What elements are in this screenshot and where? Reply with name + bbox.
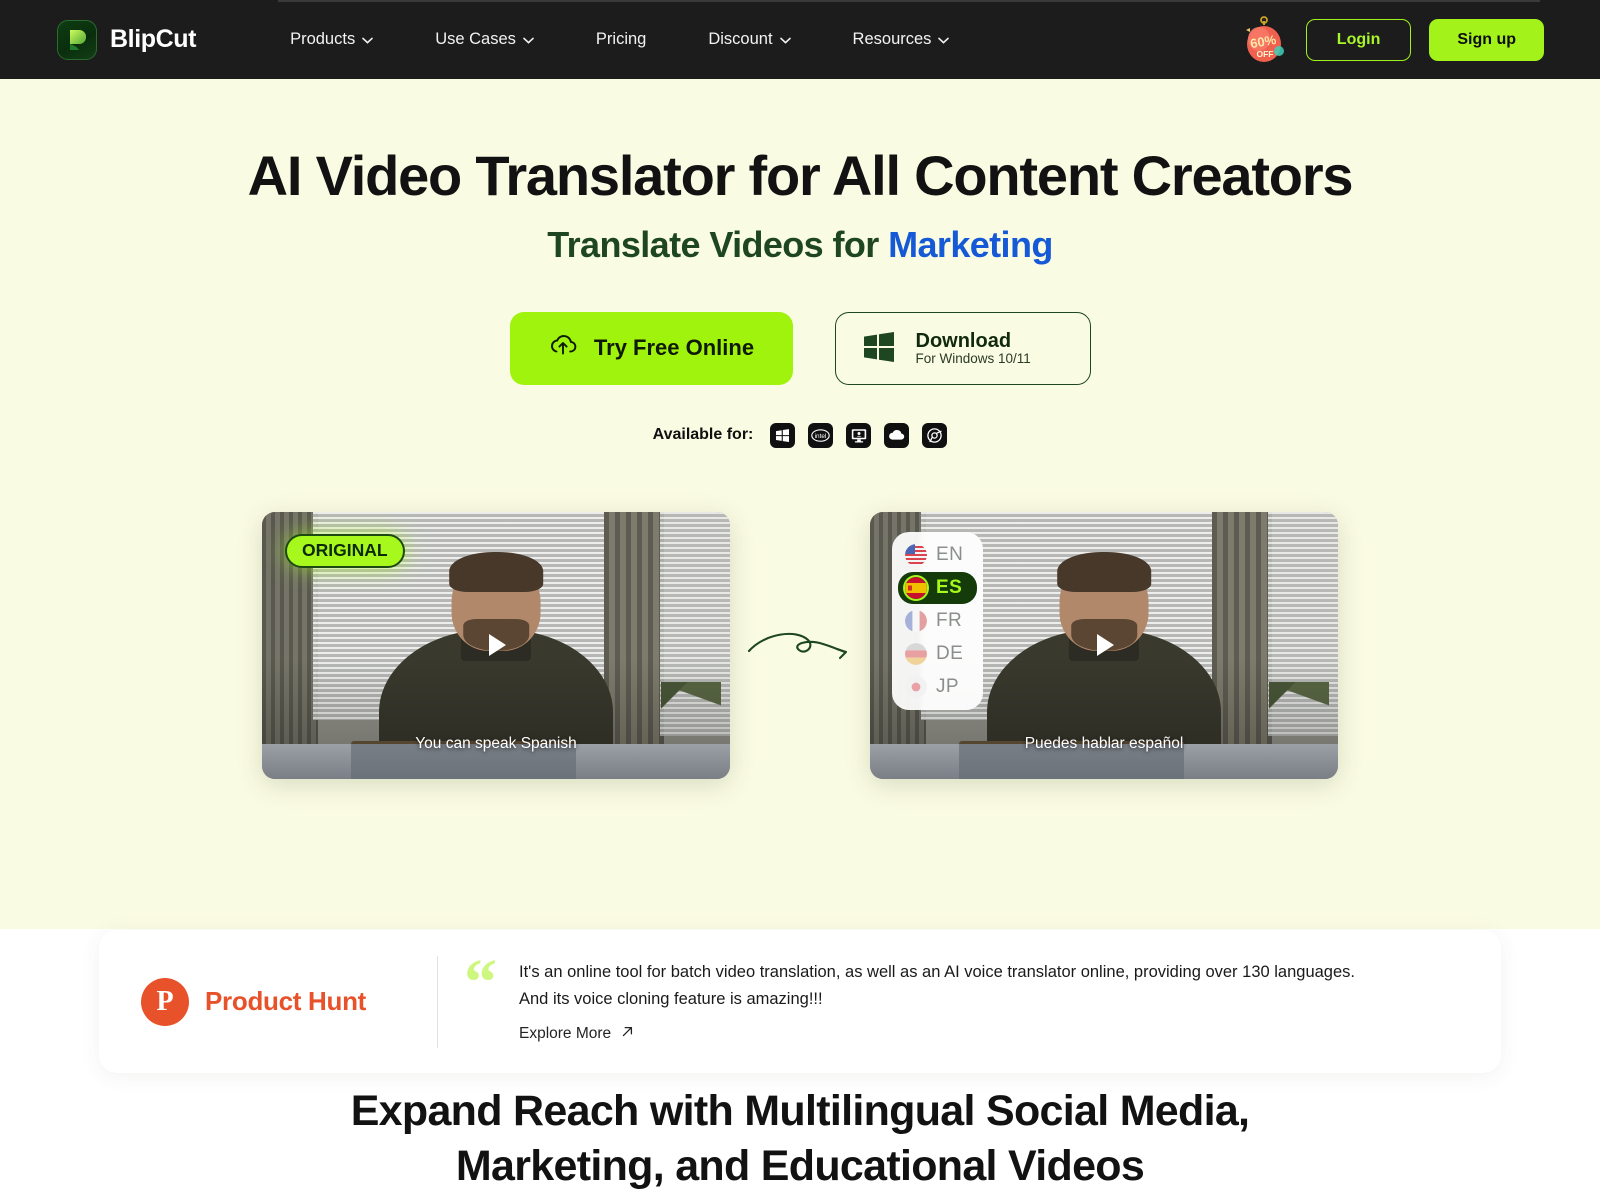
video-caption-translated: Puedes hablar español xyxy=(1024,734,1184,752)
product-hunt-icon: P xyxy=(141,977,189,1026)
download-subtitle: For Windows 10/11 xyxy=(915,350,1031,366)
hero-subtitle: Translate Videos for Marketing xyxy=(0,224,1600,266)
chevron-down-icon xyxy=(938,37,950,44)
testimonial-line-1: It's an online tool for batch video tran… xyxy=(519,962,1355,981)
language-option-es[interactable]: ES xyxy=(898,571,978,604)
download-button[interactable]: Download For Windows 10/11 xyxy=(834,311,1091,385)
language-option-jp[interactable]: JP xyxy=(898,671,977,703)
product-hunt-label: Product Hunt xyxy=(205,986,367,1016)
language-code: JP xyxy=(936,675,959,697)
nav-item-resources[interactable]: Resources xyxy=(853,20,950,59)
signup-button[interactable]: Sign up xyxy=(1429,18,1544,61)
cta-row: Try Free Online Download For Windows 10/… xyxy=(0,311,1600,385)
explore-more-label: Explore More xyxy=(519,1025,612,1043)
flag-de-icon xyxy=(905,642,927,665)
language-option-fr[interactable]: FR xyxy=(898,605,977,637)
features-heading: Expand Reach with Multilingual Social Me… xyxy=(0,1084,1600,1194)
product-hunt-logo[interactable]: P Product Hunt xyxy=(141,977,437,1026)
flag-fr-icon xyxy=(905,609,927,632)
language-selector-panel[interactable]: EN ES FR DE JP xyxy=(892,531,984,710)
brand-name: BlipCut xyxy=(110,25,197,53)
language-code: ES xyxy=(936,576,963,598)
features-heading-line1: Expand Reach with Multilingual Social Me… xyxy=(350,1087,1250,1135)
features-heading-line2: Marketing, and Educational Videos xyxy=(455,1142,1145,1191)
quote-mark-icon: “ xyxy=(464,945,497,1019)
arrow-up-right-icon xyxy=(620,1024,635,1044)
available-platforms-row: Available for: intel xyxy=(0,422,1600,448)
try-free-online-label: Try Free Online xyxy=(593,335,755,361)
flag-us-icon xyxy=(905,543,927,566)
windows-icon[interactable] xyxy=(770,422,796,448)
page-title: AI Video Translator for All Content Crea… xyxy=(247,144,1354,207)
curved-arrow-icon xyxy=(730,625,870,665)
nav-item-label: Products xyxy=(290,30,356,48)
blipcut-leaf-logo-icon xyxy=(57,19,97,60)
download-title: Download xyxy=(915,329,1012,352)
testimonial-card: P Product Hunt “ It's an online tool for… xyxy=(99,930,1501,1073)
nav-item-label: Resources xyxy=(852,30,932,48)
nav-item-label: Discount xyxy=(708,30,773,48)
svg-text:intel: intel xyxy=(815,433,827,440)
windows-icon xyxy=(862,330,896,367)
chevron-down-icon xyxy=(362,37,374,44)
flag-jp-icon xyxy=(905,675,927,698)
login-button[interactable]: Login xyxy=(1305,18,1412,61)
nav-item-use-cases[interactable]: Use Cases xyxy=(435,20,534,59)
nav-item-products[interactable]: Products xyxy=(290,20,374,59)
hero-subtitle-accent: Marketing xyxy=(888,223,1053,265)
original-video-card[interactable]: ORIGINAL You can speak Spanish xyxy=(262,511,730,779)
language-code: DE xyxy=(936,642,964,664)
nav-links: Products Use Cases Pricing Discount Reso… xyxy=(290,20,950,59)
hero-subtitle-prefix: Translate Videos for xyxy=(547,223,889,265)
top-navigation-bar: BlipCut Products Use Cases Pricing Disco… xyxy=(0,0,1600,79)
language-option-de[interactable]: DE xyxy=(898,638,977,670)
imac-desktop-icon[interactable] xyxy=(846,422,872,448)
cloud-icon[interactable] xyxy=(884,422,910,448)
testimonial-line-2: And its voice cloning feature is amazing… xyxy=(519,989,823,1008)
nav-item-label: Pricing xyxy=(595,30,647,48)
nav-top-divider xyxy=(278,0,1540,2)
play-icon[interactable] xyxy=(477,626,515,664)
nav-item-label: Use Cases xyxy=(435,30,516,48)
hero-section: AI Video Translator for All Content Crea… xyxy=(0,79,1600,1073)
flag-es-icon xyxy=(905,576,927,599)
chevron-down-icon xyxy=(779,37,791,44)
video-comparison: ORIGINAL You can speak Spanish EN ES FR … xyxy=(0,511,1600,779)
brand-logo[interactable]: BlipCut xyxy=(57,19,197,60)
original-badge: ORIGINAL xyxy=(285,533,405,568)
language-option-en[interactable]: EN xyxy=(898,539,977,571)
nav-item-pricing[interactable]: Pricing xyxy=(596,20,646,59)
translated-video-card[interactable]: EN ES FR DE JP Puedes hablar español xyxy=(870,511,1338,779)
svg-text:OFF: OFF xyxy=(1256,49,1273,59)
explore-more-link[interactable]: Explore More xyxy=(519,1024,635,1044)
available-for-label: Available for: xyxy=(652,426,754,444)
discount-ornament-badge[interactable]: 60% OFF xyxy=(1240,15,1288,65)
chrome-browser-icon[interactable] xyxy=(922,422,948,448)
chevron-down-icon xyxy=(523,37,534,44)
cloud-upload-icon xyxy=(548,332,578,364)
play-icon[interactable] xyxy=(1085,626,1123,664)
nav-item-discount[interactable]: Discount xyxy=(708,20,791,59)
nav-actions: 60% OFF Login Sign up xyxy=(1240,15,1544,65)
language-code: FR xyxy=(936,609,963,631)
language-code: EN xyxy=(936,543,964,565)
video-caption-original: You can speak Spanish xyxy=(415,734,577,752)
try-free-online-button[interactable]: Try Free Online xyxy=(509,311,793,385)
intel-mac-icon[interactable]: intel xyxy=(808,422,834,448)
